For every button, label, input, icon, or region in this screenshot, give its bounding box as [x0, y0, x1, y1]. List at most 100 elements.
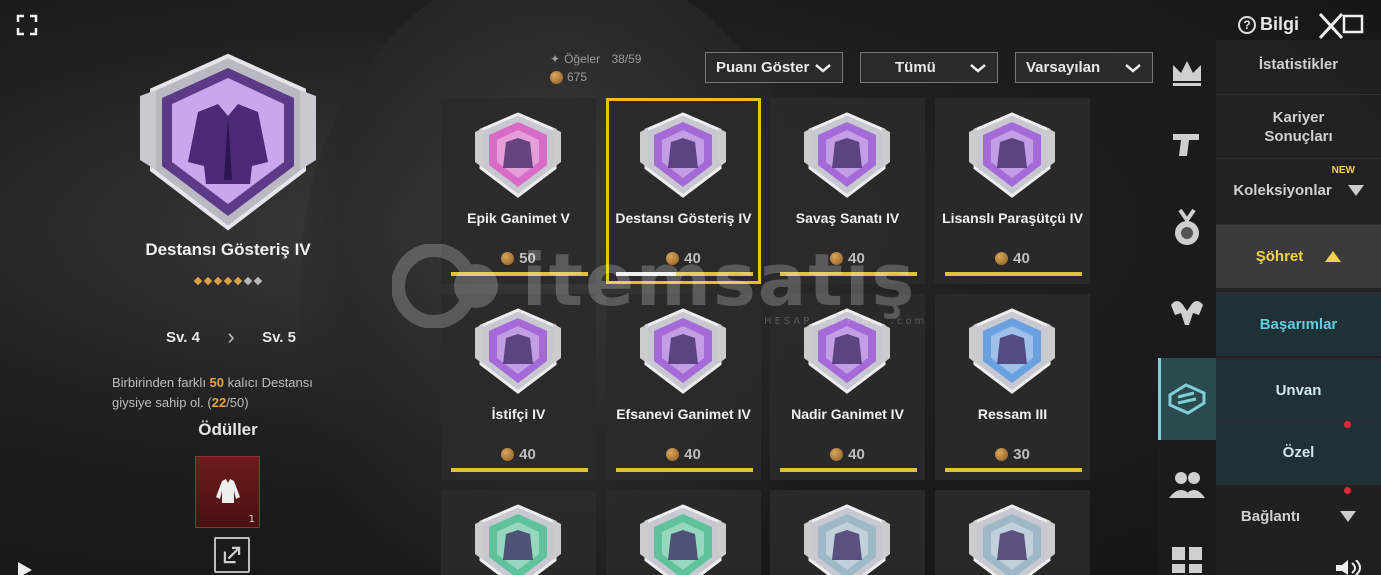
progress-bar — [945, 468, 1082, 472]
points-coin-icon — [666, 252, 680, 265]
progress-bar — [780, 468, 917, 472]
volume-icon[interactable] — [1334, 560, 1366, 575]
achievement-card[interactable]: Savaş Sanatı IV 40 — [770, 98, 925, 284]
points-coin-icon — [550, 70, 563, 84]
achievement-badge-icon — [969, 504, 1055, 575]
progress-bar — [451, 468, 588, 472]
star-rating — [160, 276, 296, 286]
triangle-down-icon — [1340, 511, 1357, 522]
achievement-card[interactable]: İstifçi IV 40 — [441, 294, 596, 480]
menu-statistics[interactable]: İstatistikler — [1216, 40, 1381, 88]
crown-icon-button[interactable] — [1158, 40, 1216, 104]
progress-bar — [780, 272, 917, 276]
achievement-badge-icon — [475, 112, 561, 198]
achievement-card[interactable]: Nadir Ganimet IV 40 — [770, 294, 925, 480]
menu-fame[interactable]: Şöhret — [1216, 224, 1381, 288]
achievement-name: Nadir Ganimet IV — [791, 406, 904, 422]
points-coin-icon — [830, 252, 844, 265]
points-coin-icon — [666, 448, 680, 461]
menu-label: Kariyer Sonuçları — [1264, 108, 1333, 145]
progress-bar-fill — [616, 272, 676, 276]
fullscreen-icon[interactable] — [16, 14, 38, 36]
info-button[interactable]: ? Bilgi — [1238, 14, 1299, 35]
achievement-card[interactable]: Destansı Gösteriş IV 40 — [606, 98, 761, 284]
points-coin-icon — [830, 448, 844, 461]
menu-collections[interactable]: NEW Koleksiyonlar — [1216, 158, 1381, 222]
achievement-card[interactable] — [935, 490, 1090, 575]
points-value: 40 — [848, 446, 865, 463]
chevron-down-icon — [815, 63, 831, 73]
menu-title[interactable]: Unvan — [1216, 358, 1381, 422]
menu-label: Koleksiyonlar — [1233, 182, 1332, 199]
medal-icon — [1175, 208, 1199, 245]
weapon-icon-button[interactable] — [1158, 112, 1216, 176]
desc-highlight: 50 — [209, 375, 225, 390]
achievement-name: Destansı Gösteriş IV — [615, 210, 752, 226]
points-coin-icon — [501, 252, 515, 265]
achievement-points: 40 — [770, 250, 925, 267]
achievement-name: Ressam III — [977, 406, 1048, 422]
menu-achievements[interactable]: Başarımlar — [1216, 292, 1381, 356]
achievement-badge-icon — [804, 112, 890, 198]
achievement-badge-icon — [475, 504, 561, 575]
points-total: 675 — [567, 70, 588, 84]
achievement-card[interactable] — [770, 490, 925, 575]
achievement-badge-icon — [640, 308, 726, 394]
achievement-name: Lisanslı Paraşütçü IV — [942, 210, 1083, 226]
dropdown-label: Tümü — [895, 59, 936, 76]
dropdown-label: Varsayılan — [1026, 59, 1101, 76]
info-label: Bilgi — [1260, 14, 1299, 34]
menu-label: Özel — [1282, 444, 1315, 461]
points-value: 40 — [1013, 250, 1030, 267]
medal-icon-button[interactable] — [1158, 196, 1216, 260]
background-character — [300, 0, 820, 575]
achievement-badge-icon — [969, 112, 1055, 198]
achievement-name: Savaş Sanatı IV — [795, 210, 900, 226]
achievement-card[interactable]: Lisanslı Paraşütçü IV 40 — [935, 98, 1090, 284]
menu-connection[interactable]: Bağlantı — [1216, 484, 1381, 548]
achievement-card[interactable]: Ressam III 30 — [935, 294, 1090, 480]
grid-icon-button[interactable] — [1158, 540, 1216, 575]
show-points-dropdown[interactable]: Puanı Göster — [705, 52, 843, 83]
achievement-badge-icon — [640, 112, 726, 198]
fame-icon-button[interactable] — [1158, 358, 1216, 440]
close-icon[interactable] — [1316, 10, 1366, 42]
collection-stats: ✦ Öğeler 38/59 675 — [550, 50, 641, 86]
achievement-name: Epik Ganimet V — [467, 210, 570, 226]
achievement-points: 40 — [935, 250, 1090, 267]
new-badge: NEW — [1331, 165, 1355, 176]
play-icon[interactable] — [18, 562, 32, 575]
items-count: 38/59 — [611, 52, 642, 66]
achievement-points: 30 — [935, 446, 1090, 463]
achievement-description: Birbirinden farklı 50 kalıcı Destansı gi… — [112, 373, 352, 413]
strength-icon-button[interactable] — [1158, 280, 1216, 344]
achievement-name: Efsanevi Ganimet IV — [616, 406, 751, 422]
achievement-card[interactable] — [606, 490, 761, 575]
achievement-card[interactable]: Epik Ganimet V 50 — [441, 98, 596, 284]
achievement-card[interactable]: Efsanevi Ganimet IV 40 — [606, 294, 761, 480]
achievement-badge-icon — [475, 308, 561, 394]
jacket-icon — [216, 479, 240, 503]
menu-special[interactable]: Özel — [1216, 420, 1381, 484]
progress-bar — [616, 468, 753, 472]
points-value: 30 — [1013, 446, 1030, 463]
level-progress: Sv. 4 › Sv. 5 — [166, 324, 296, 350]
menu-label: Başarımlar — [1259, 316, 1338, 333]
achievement-points: 40 — [606, 250, 761, 267]
achievement-badge-icon — [969, 308, 1055, 394]
achievement-card[interactable] — [441, 490, 596, 575]
desc-text: /50) — [226, 395, 249, 410]
achievement-points: 50 — [441, 250, 596, 267]
share-icon[interactable] — [214, 537, 250, 573]
achievement-badge-icon — [804, 504, 890, 575]
selected-achievement-badge — [140, 53, 316, 231]
detail-title: Destansı Gösteriş IV — [145, 240, 311, 259]
reward-item[interactable]: 1 — [195, 456, 260, 528]
menu-career[interactable]: Kariyer Sonuçları — [1216, 94, 1381, 158]
points-value: 50 — [519, 250, 536, 267]
achievement-badge-icon — [804, 308, 890, 394]
points-value: 40 — [848, 250, 865, 267]
sort-dropdown[interactable]: Varsayılan — [1015, 52, 1153, 83]
filter-all-dropdown[interactable]: Tümü — [860, 52, 998, 83]
social-icon-button[interactable] — [1158, 452, 1216, 516]
